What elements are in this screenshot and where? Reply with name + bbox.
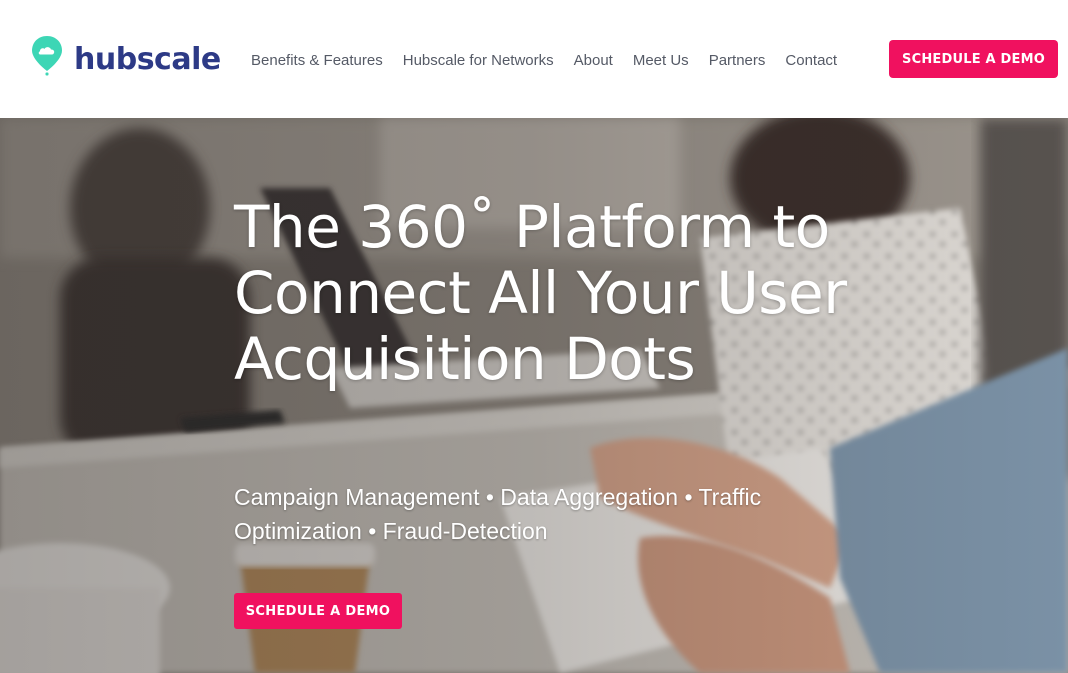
site-header: hubscale Benefits & Features Hubscale fo… — [0, 0, 1068, 118]
hero-schedule-demo-button[interactable]: SCHEDULE A DEMO — [234, 593, 402, 629]
map-pin-cloud-icon — [32, 36, 62, 76]
brand-name: hubscale — [74, 41, 221, 77]
hero-title: The 360˚ Platform to Connect All Your Us… — [234, 193, 847, 393]
nav-item-about[interactable]: About — [574, 52, 613, 69]
nav-item-meet-us[interactable]: Meet Us — [633, 52, 689, 69]
nav-item-contact[interactable]: Contact — [785, 52, 837, 69]
nav-item-hubscale-for-networks[interactable]: Hubscale for Networks — [403, 52, 554, 69]
main-nav: Benefits & Features Hubscale for Network… — [251, 49, 857, 71]
hubscale-logo[interactable]: hubscale — [30, 34, 221, 78]
nav-item-benefits-features[interactable]: Benefits & Features — [251, 52, 383, 69]
schedule-demo-button[interactable]: SCHEDULE A DEMO — [889, 40, 1058, 78]
nav-item-partners[interactable]: Partners — [709, 52, 766, 69]
hero-section: The 360˚ Platform to Connect All Your Us… — [0, 118, 1068, 673]
hero-subtitle: Campaign Management • Data Aggregation •… — [234, 484, 762, 544]
